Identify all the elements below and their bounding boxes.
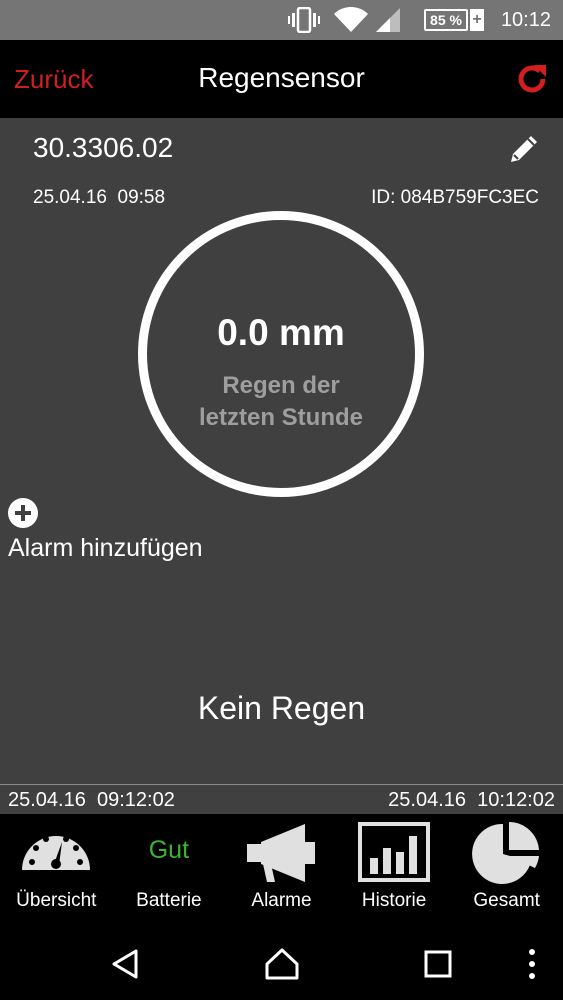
more-icon [529, 949, 535, 979]
wifi-icon [334, 0, 368, 40]
tab-historie[interactable]: Historie [338, 814, 451, 924]
megaphone-icon [247, 824, 316, 882]
back-button[interactable]: Zurück [14, 64, 93, 95]
nav-recents-button[interactable] [418, 944, 458, 984]
battery-level: 85 % [424, 9, 468, 31]
sensor-name: 30.3306.02 [33, 132, 174, 163]
range-start: 25.04.16 09:12:02 [8, 789, 175, 811]
speedometer-icon [22, 836, 91, 870]
refresh-icon [518, 65, 546, 93]
tab-alarme[interactable]: Alarme [225, 814, 338, 924]
signal-icon [376, 0, 402, 40]
tab-label: Übersicht [16, 890, 97, 911]
vibrate-icon [288, 0, 320, 40]
rain-gauge: 0.0 mm Regen der letzten Stunde [138, 211, 424, 497]
rain-amount-caption: Regen der letzten Stunde [198, 372, 363, 431]
tab-gesamt[interactable]: Gesamt [450, 814, 563, 924]
pencil-icon [511, 136, 537, 162]
system-nav-bar [0, 924, 563, 1000]
rain-status-text: Kein Regen [197, 690, 366, 726]
add-alarm-button[interactable]: Alarm hinzufügen [8, 498, 203, 563]
rain-amount: 0.0 mm [217, 312, 345, 353]
time-range: 25.04.16 09:12:02 25.04.16 10:12:02 [0, 784, 563, 814]
recents-icon [424, 950, 452, 978]
sensor-id: ID: 084B759FC3EC [371, 187, 539, 208]
add-circle-icon [8, 498, 38, 528]
home-icon [265, 948, 299, 980]
bottom-tab-bar: Übersicht Gut Batterie Alarme Historie G… [0, 814, 563, 924]
tab-label: Batterie [136, 890, 202, 911]
tab-batterie[interactable]: Gut Batterie [113, 814, 226, 924]
status-bar: 85 % + 10:12 [0, 0, 563, 40]
range-end: 25.04.16 10:12:02 [388, 789, 555, 811]
pie-chart-icon [471, 821, 539, 884]
tab-label: Gesamt [473, 890, 540, 911]
refresh-button[interactable] [515, 62, 549, 96]
nav-more-button[interactable] [512, 944, 552, 984]
app-header: Zurück Regensensor [0, 40, 563, 118]
battery-icon: 85 % + [424, 0, 484, 40]
back-triangle-icon [112, 949, 138, 979]
tab-label: Alarme [251, 890, 312, 911]
tab-uebersicht[interactable]: Übersicht [0, 814, 113, 924]
status-time: 10:12 [500, 8, 551, 31]
nav-back-button[interactable] [106, 944, 146, 984]
edit-button[interactable] [507, 132, 541, 166]
add-alarm-label: Alarm hinzufügen [8, 534, 203, 562]
nav-home-button[interactable] [262, 944, 302, 984]
charging-plus-icon: + [470, 9, 484, 31]
reading-timestamp: 25.04.16 09:58 [33, 187, 166, 208]
sensor-panel: 30.3306.02 25.04.16 09:58 ID: 084B759FC3… [0, 118, 563, 784]
tab-label: Historie [361, 890, 427, 911]
battery-status-value: Gut [148, 836, 190, 864]
bar-chart-icon [358, 822, 431, 882]
